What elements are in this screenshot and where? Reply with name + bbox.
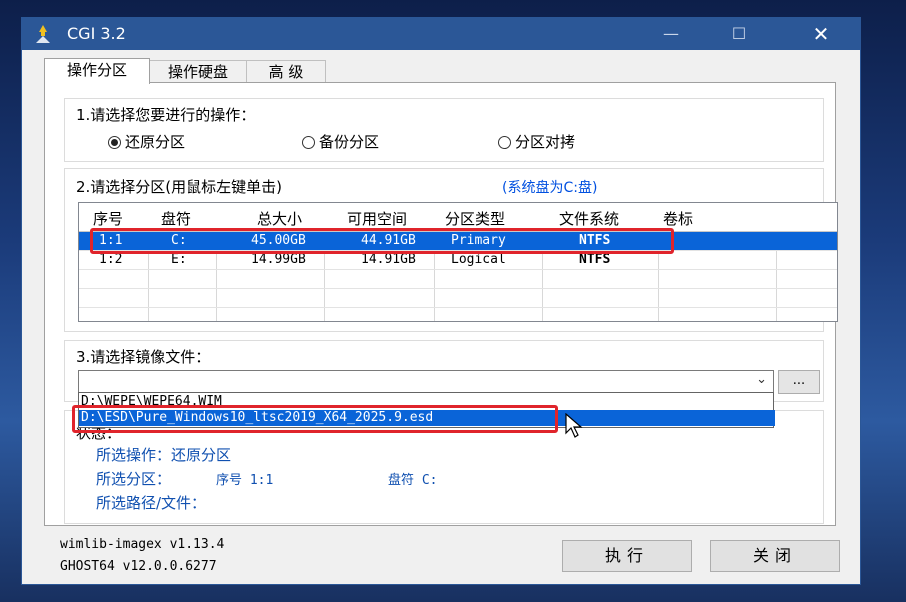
title-bar[interactable]: CGI 3.2 — ☐ ✕ [22,18,860,50]
image-file-combobox[interactable]: ⌄ [78,370,774,394]
wimlib-version: wimlib-imagex v1.13.4 [60,537,225,552]
mouse-cursor-icon [565,413,583,438]
cell-fs: NTFS [579,233,611,248]
partition-table: 序号 盘符 总大小 可用空间 分区类型 文件系统 卷标 1:1 C: 45.00… [78,202,838,322]
cell-type: Primary [451,233,506,248]
cell-fs: NTFS [579,252,611,267]
radio-copy-label: 分区对拷 [515,133,576,151]
radio-restore-label: 还原分区 [125,133,186,151]
radio-restore[interactable]: 还原分区 [108,131,185,152]
close-button[interactable]: 关闭 [710,540,840,572]
app-icon [36,25,50,43]
radio-unchecked-icon [302,136,315,149]
cell-free: 14.91GB [361,252,416,267]
status-path: 所选路径/文件： [96,494,207,512]
status-operation: 所选操作：还原分区 [96,446,232,464]
column-header[interactable]: 文件系统 [559,208,619,229]
execute-button[interactable]: 执行 [562,540,692,572]
cell-free: 44.91GB [361,233,416,248]
column-header[interactable]: 盘符 [161,208,191,229]
status-partition-index: 序号 1:1 [216,473,274,488]
window-title: CGI 3.2 [67,24,126,43]
radio-backup-label: 备份分区 [319,133,380,151]
tab-disk[interactable]: 操作硬盘 [148,60,248,83]
table-row[interactable]: 1:1 C: 45.00GB 44.91GB Primary NTFS [79,232,837,251]
table-header: 序号 盘符 总大小 可用空间 分区类型 文件系统 卷标 [79,203,837,232]
status-partition-drive: 盘符 C: [388,473,438,488]
operation-group-label: 1.请选择您要进行的操作： [74,104,258,125]
column-header[interactable]: 分区类型 [445,208,505,229]
tab-partition[interactable]: 操作分区 [44,58,150,84]
column-header[interactable]: 序号 [93,208,123,229]
column-header[interactable]: 总大小 [257,208,302,229]
radio-unchecked-icon [498,136,511,149]
tab-advanced[interactable]: 高 级 [246,60,326,83]
table-row-empty [79,270,837,289]
dropdown-option-selected[interactable]: D:\ESD\Pure_Windows10_ltsc2019_X64_2025.… [79,410,775,426]
cgi-window: CGI 3.2 — ☐ ✕ 操作分区 操作硬盘 高 级 1.请选择您要进行的操作… [22,18,860,584]
partition-group-label: 2.请选择分区(用鼠标左键单击) [74,176,285,197]
browse-button[interactable]: ... [778,370,820,394]
system-disk-hint: (系统盘为C:盘) [502,180,598,196]
column-header[interactable]: 卷标 [663,208,693,229]
dropdown-option[interactable]: D:\WEPE\WEPE64.WIM [79,394,775,410]
cell-total: 45.00GB [251,233,306,248]
close-window-button[interactable]: ✕ [798,18,844,50]
table-row[interactable]: 1:2 E: 14.99GB 14.91GB Logical NTFS [79,251,837,270]
chevron-down-icon[interactable]: ⌄ [756,372,767,387]
status-partition-label: 所选分区： [96,470,172,488]
cell-index: 1:2 [99,252,123,267]
radio-backup[interactable]: 备份分区 [302,131,379,152]
minimize-button[interactable]: — [648,18,694,50]
cell-drive: C: [171,233,187,248]
cell-drive: E: [171,252,187,267]
radio-copy[interactable]: 分区对拷 [498,131,575,152]
cell-index: 1:1 [99,233,123,248]
column-header[interactable]: 可用空间 [347,208,407,229]
ghost-version: GHOST64 v12.0.0.6277 [60,559,217,574]
image-group-label: 3.请选择镜像文件： [74,346,213,367]
cell-total: 14.99GB [251,252,306,267]
cell-type: Logical [451,252,506,267]
image-dropdown-list: D:\WEPE\WEPE64.WIM D:\ESD\Pure_Windows10… [78,392,775,428]
radio-checked-icon [108,136,121,149]
maximize-button[interactable]: ☐ [716,18,762,50]
table-row-empty [79,289,837,308]
